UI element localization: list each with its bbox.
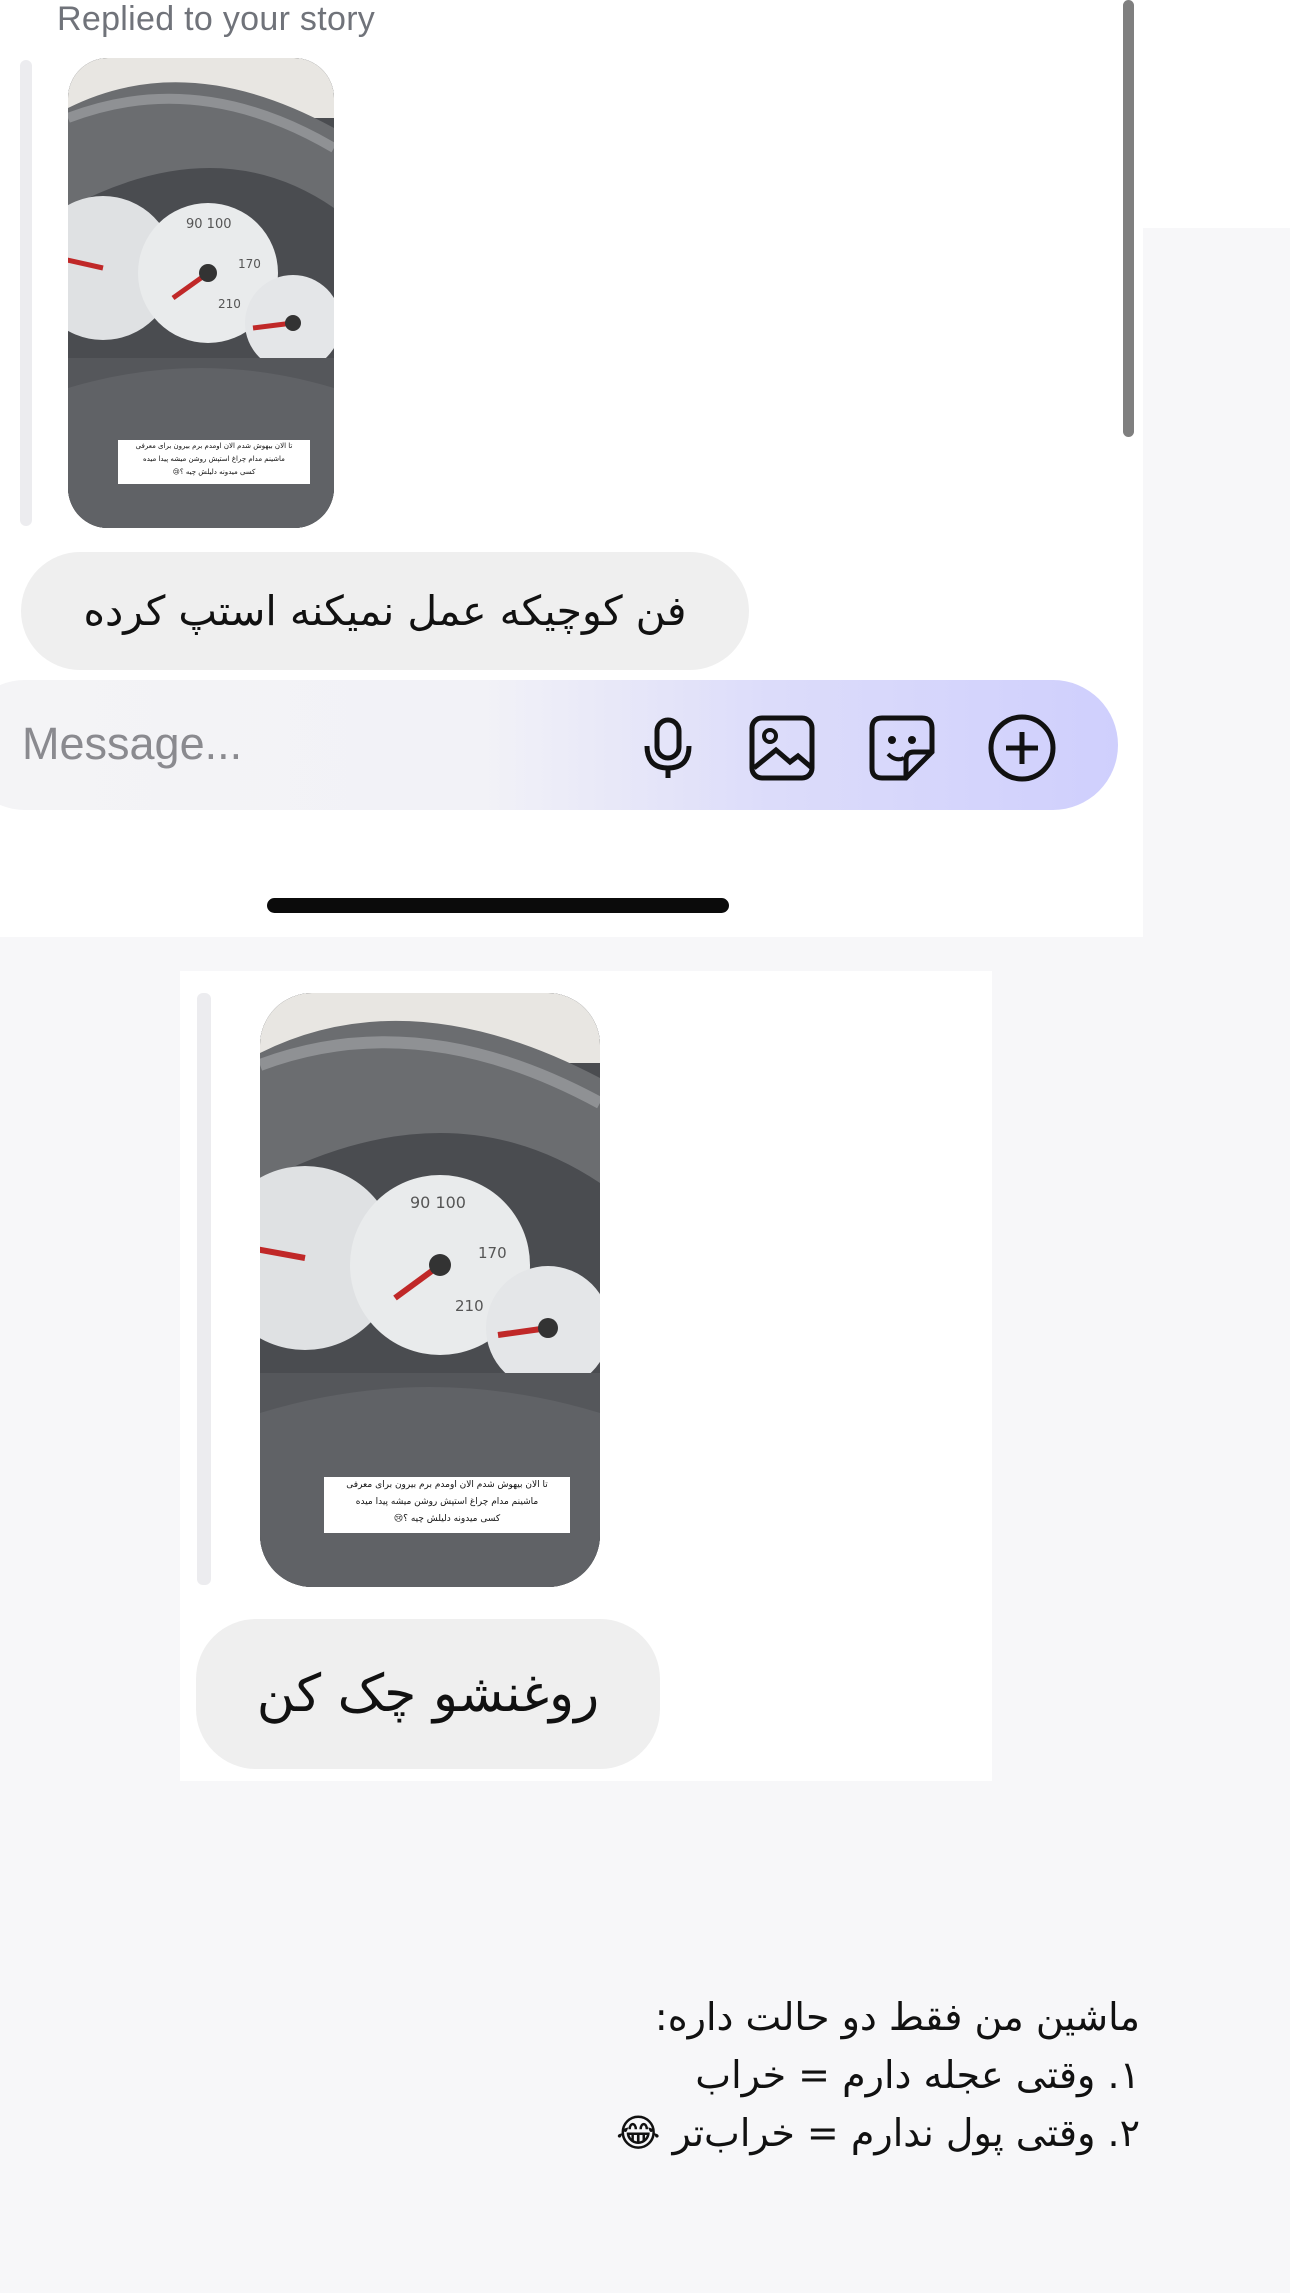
- message-text: روغنشو چک کن: [256, 1664, 600, 1724]
- svg-text:210: 210: [218, 297, 241, 311]
- panel-edge: [1143, 0, 1290, 228]
- story-caption-box: تا الان بیهوش شدم الان اومدم برم بیرون ب…: [118, 440, 310, 484]
- story-thumbnail[interactable]: 90 100 170 210 تا الان بیهوش شدم الان او…: [260, 993, 600, 1587]
- caption-line: ۱. وقتی عجله دارم = خراب: [695, 2053, 1140, 2097]
- post-caption: ماشین من فقط دو حالت داره: ۱. وقتی عجله …: [560, 1988, 1140, 2162]
- scrollbar[interactable]: [1123, 0, 1134, 437]
- caption-line: ۲. وقتی پول ندارم = خراب‌تر 😂: [616, 2111, 1140, 2155]
- svg-text:90 100: 90 100: [410, 1193, 466, 1212]
- story-caption-box: تا الان بیهوش شدم الان اومدم برم بیرون ب…: [324, 1477, 570, 1533]
- message-text: فن کوچیکه عمل نمیکنه استپ کرده: [83, 587, 687, 635]
- add-circle-icon[interactable]: [986, 712, 1058, 784]
- second-chat-panel: 90 100 170 210 تا الان بیهوش شدم الان او…: [180, 971, 992, 1781]
- home-indicator: [267, 898, 729, 913]
- svg-text:210: 210: [455, 1297, 484, 1315]
- svg-text:170: 170: [238, 257, 261, 271]
- message-input[interactable]: Message...: [22, 718, 242, 770]
- received-message-bubble[interactable]: فن کوچیکه عمل نمیکنه استپ کرده: [21, 552, 749, 670]
- reply-quote-bar: [20, 60, 32, 526]
- story-thumbnail[interactable]: 90 100 170 210 تا الان بیهوش شدم الان او…: [68, 58, 334, 528]
- svg-text:90 100: 90 100: [186, 217, 232, 232]
- top-chat-panel: Replied to your story 90 100 170 210 تا …: [0, 0, 1290, 937]
- replied-to-story-label: Replied to your story: [57, 0, 376, 38]
- sticker-icon[interactable]: [866, 712, 938, 784]
- reply-quote-bar: [197, 993, 211, 1585]
- microphone-icon[interactable]: [632, 712, 704, 784]
- svg-text:170: 170: [478, 1244, 507, 1262]
- gallery-icon[interactable]: [746, 712, 818, 784]
- caption-line: ماشین من فقط دو حالت داره:: [654, 1995, 1140, 2039]
- received-message-bubble[interactable]: روغنشو چک کن: [196, 1619, 660, 1769]
